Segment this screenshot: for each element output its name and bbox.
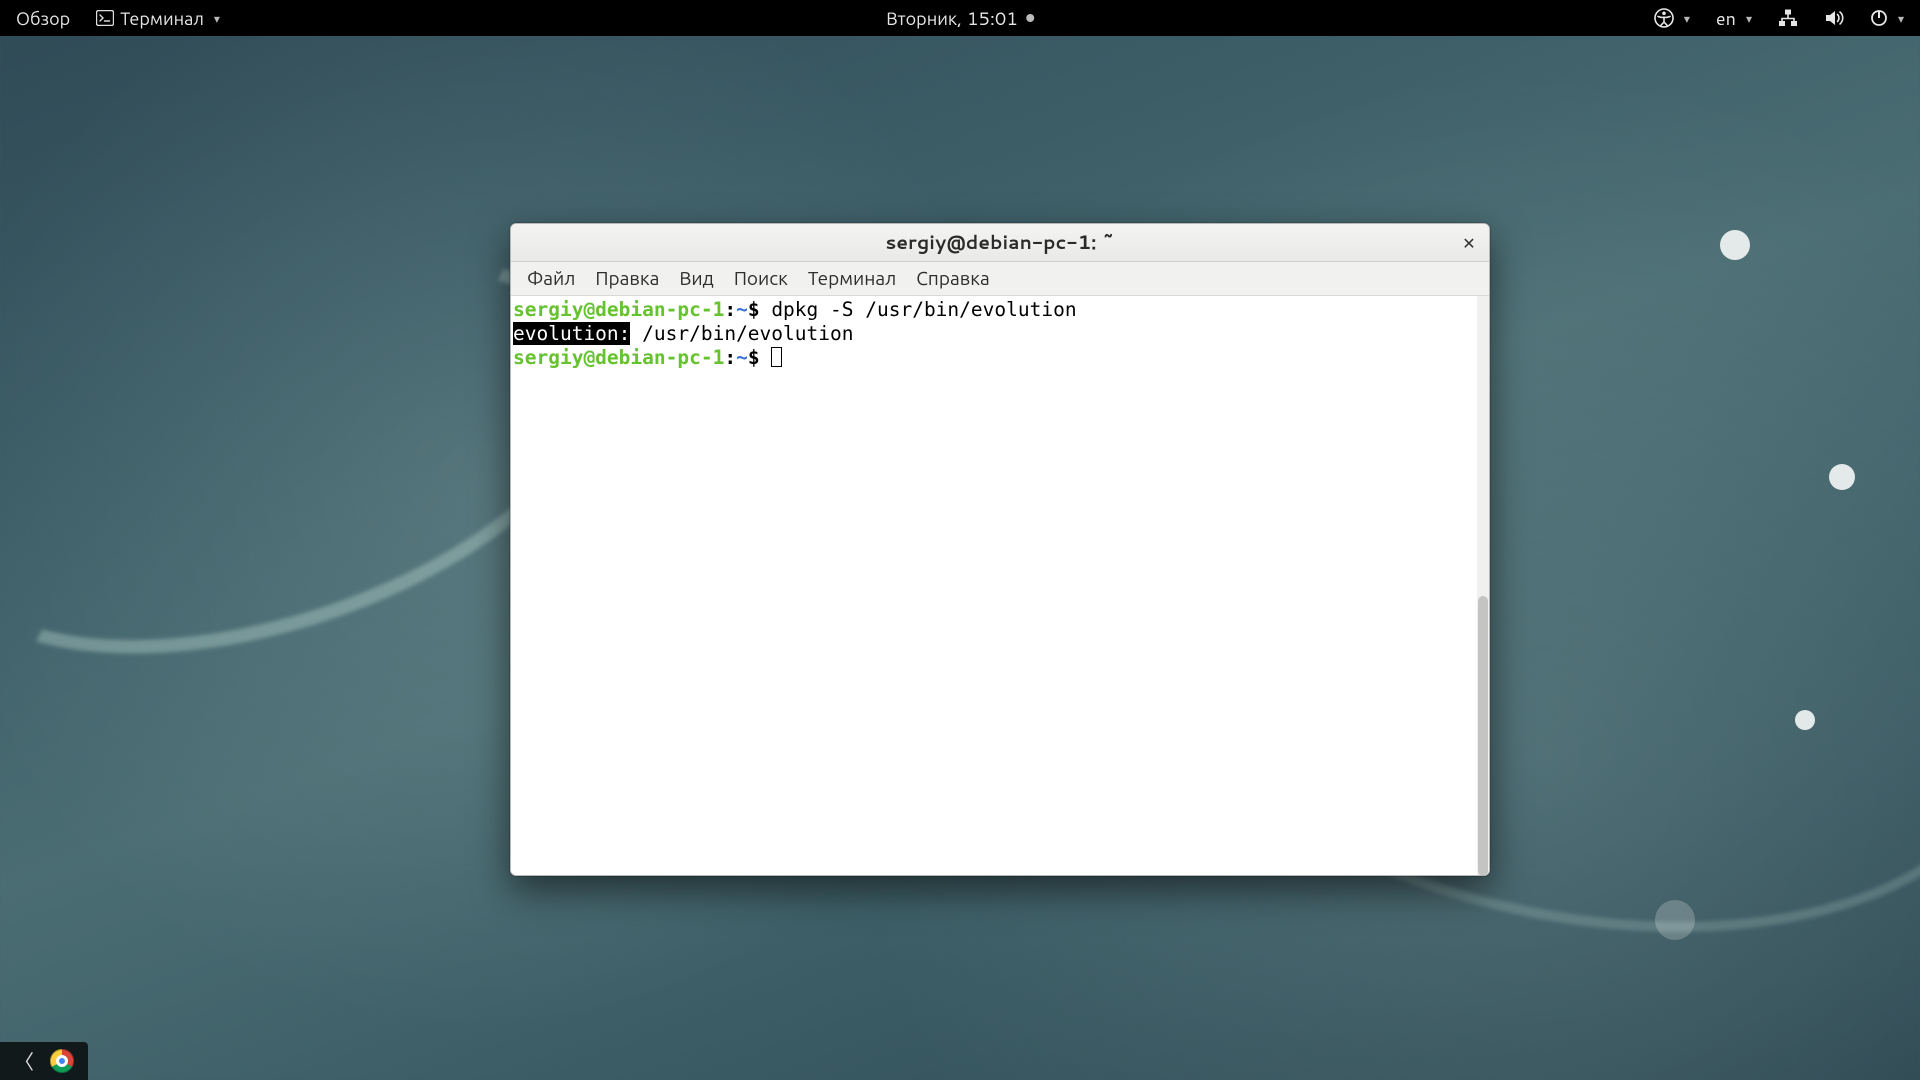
system-menu[interactable] [1864, 5, 1910, 31]
prompt-userhost: sergiy@debian-pc-1 [513, 346, 724, 369]
terminal-cursor [771, 347, 782, 367]
menu-edit-label: Правка [595, 265, 659, 292]
wallpaper-bubble [1829, 464, 1855, 490]
wallpaper-bubble [1720, 230, 1750, 260]
prompt-path: ~ [736, 298, 748, 321]
menu-terminal[interactable]: Терминал [798, 262, 906, 295]
wallpaper-bubble [1795, 710, 1815, 730]
terminal-window: sergiy@debian-pc-1: ~ ✕ Файл Правка Вид … [510, 223, 1490, 876]
network-wired-icon [1778, 9, 1798, 27]
menu-view-label: Вид [679, 265, 713, 292]
terminal-viewport[interactable]: sergiy@debian-pc-1:~$ dpkg -S /usr/bin/e… [511, 296, 1489, 875]
prompt-path: ~ [736, 346, 748, 369]
window-title: sergiy@debian-pc-1: ~ [885, 229, 1114, 256]
prompt-sep: : [724, 298, 736, 321]
terminal-scrollbar[interactable] [1477, 296, 1489, 875]
volume-status[interactable] [1818, 5, 1850, 31]
menu-edit[interactable]: Правка [585, 262, 669, 295]
chevron-left-icon: 〈 [14, 1046, 34, 1076]
menu-search-label: Поиск [734, 265, 788, 292]
prompt-userhost: sergiy@debian-pc-1 [513, 298, 724, 321]
clock-label[interactable]: Вторник, 15:01 [886, 5, 1018, 31]
keyboard-layout-label: en [1716, 5, 1736, 31]
chromium-launcher[interactable] [50, 1049, 74, 1073]
command-text: dpkg -S /usr/bin/evolution [760, 298, 1077, 321]
app-menu-label: Терминал [120, 5, 204, 31]
terminal-icon [96, 10, 114, 26]
volume-icon [1824, 9, 1844, 27]
gnome-top-bar: Обзор Терминал Вторник, 15:01 en [0, 0, 1920, 36]
app-menu-button[interactable]: Терминал [90, 1, 226, 35]
window-titlebar[interactable]: sergiy@debian-pc-1: ~ ✕ [511, 224, 1489, 262]
accessibility-menu[interactable] [1648, 4, 1696, 32]
activities-button[interactable]: Обзор [10, 1, 76, 35]
terminal-menubar: Файл Правка Вид Поиск Терминал Справка [511, 262, 1489, 296]
menu-file[interactable]: Файл [517, 262, 585, 295]
menu-file-label: Файл [527, 265, 575, 292]
wallpaper-bubble [1655, 900, 1695, 940]
prompt-symbol: $ [748, 346, 760, 369]
bottom-dock: 〈 [0, 1042, 88, 1080]
power-icon [1870, 9, 1888, 27]
menu-help[interactable]: Справка [906, 262, 999, 295]
window-close-button[interactable]: ✕ [1457, 231, 1481, 255]
scrollbar-thumb[interactable] [1478, 596, 1488, 875]
notification-indicator-icon [1026, 14, 1034, 22]
tray-back-button[interactable]: 〈 [8, 1044, 40, 1078]
menu-terminal-label: Терминал [808, 265, 896, 292]
network-status[interactable] [1772, 5, 1804, 31]
close-icon: ✕ [1462, 232, 1475, 255]
search-match-highlight: evolution: [513, 322, 630, 345]
output-text: /usr/bin/evolution [630, 322, 853, 345]
menu-search[interactable]: Поиск [724, 262, 798, 295]
prompt-sep: : [724, 346, 736, 369]
prompt-symbol: $ [748, 298, 760, 321]
activities-label: Обзор [16, 5, 70, 31]
menu-help-label: Справка [916, 265, 989, 292]
accessibility-icon [1654, 8, 1674, 28]
keyboard-layout-menu[interactable]: en [1710, 1, 1758, 35]
menu-view[interactable]: Вид [669, 262, 723, 295]
